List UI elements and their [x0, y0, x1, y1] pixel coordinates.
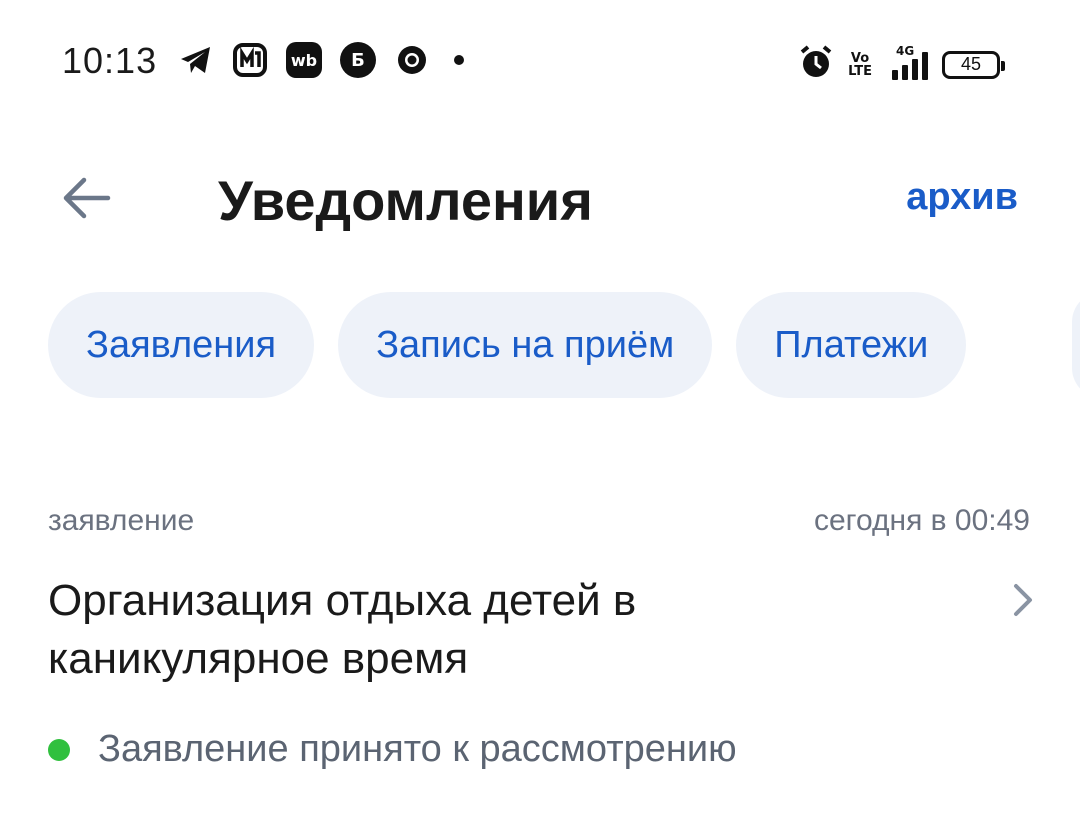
- sber-icon: Б: [340, 42, 376, 78]
- notification-title: Организация отдыха детей в каникулярное …: [48, 576, 637, 683]
- notification-type: заявление: [48, 504, 195, 537]
- app-header: Уведомления архив: [0, 150, 1080, 250]
- arrow-left-icon: [63, 177, 111, 219]
- volte-indicator: Vo LTE: [848, 50, 872, 79]
- status-dot: [48, 738, 70, 761]
- filter-chip-overflow[interactable]: [1072, 292, 1080, 398]
- system-icons: Vo LTE 4G 45: [798, 44, 1005, 85]
- clock: 10:13: [62, 40, 158, 81]
- filter-chip-appointments[interactable]: Запись на приём: [338, 292, 713, 398]
- status-bar: 10:13 wb Б Vo LTE 4G 45: [0, 0, 1080, 124]
- wildberries-icon: wb: [286, 42, 322, 78]
- battery-icon: 45: [942, 50, 1005, 79]
- chrome-icon: [394, 42, 430, 78]
- network-type: 4G: [896, 43, 915, 58]
- page-title: Уведомления: [218, 169, 593, 232]
- back-button[interactable]: [56, 168, 116, 228]
- telegram-icon: [178, 42, 214, 78]
- mts-icon: [232, 42, 268, 78]
- filter-chip-applications[interactable]: Заявления: [48, 292, 315, 398]
- archive-link[interactable]: архив: [906, 176, 1018, 219]
- notification-item[interactable]: заявление сегодня в 00:49 Организация от…: [48, 496, 1038, 796]
- signal-icon: 4G: [886, 44, 928, 80]
- notification-time: сегодня в 00:49: [814, 504, 1030, 537]
- notification-icons: wb Б: [178, 42, 464, 78]
- more-notifications-dot: [454, 55, 464, 65]
- filter-chip-payments[interactable]: Платежи: [736, 292, 967, 398]
- notification-status: Заявление принято к рассмотрению: [48, 728, 737, 771]
- alarm-icon: [798, 44, 834, 85]
- status-text: Заявление принято к рассмотрению: [98, 728, 737, 770]
- filter-chips: Заявления Запись на приём Платежи: [48, 292, 967, 398]
- chevron-right-icon: [1014, 584, 1032, 616]
